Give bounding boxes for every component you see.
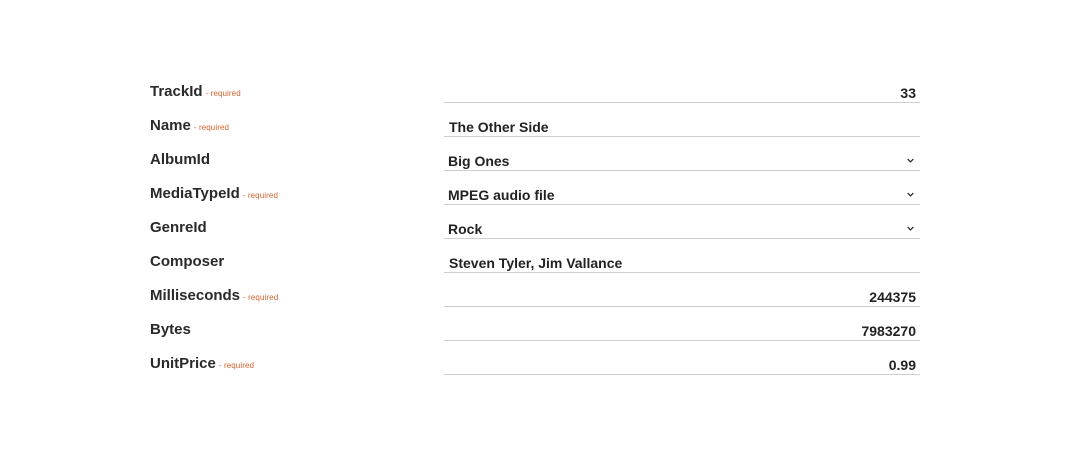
name-label: Name - required bbox=[150, 117, 230, 134]
composer-input[interactable] bbox=[444, 254, 920, 272]
trackid-label: TrackId - required bbox=[150, 83, 241, 100]
mediatypeid-selected-value: MPEG audio file bbox=[448, 187, 555, 203]
row-milliseconds: Milliseconds - required bbox=[150, 280, 920, 314]
row-composer: Composer bbox=[150, 246, 920, 280]
row-bytes: Bytes bbox=[150, 314, 920, 348]
chevron-down-icon bbox=[907, 226, 914, 231]
row-trackid: TrackId - required bbox=[150, 76, 920, 110]
unitprice-field-wrap bbox=[444, 348, 920, 375]
milliseconds-label: Milliseconds - required bbox=[150, 287, 279, 304]
required-marker: - required bbox=[193, 123, 230, 132]
albumid-select[interactable]: Big Ones bbox=[444, 144, 920, 171]
bytes-field-wrap bbox=[444, 314, 920, 341]
trackid-input[interactable] bbox=[444, 84, 920, 102]
name-input[interactable] bbox=[444, 118, 920, 136]
row-mediatypeid: MediaTypeId - required MPEG audio file bbox=[150, 178, 920, 212]
unitprice-label: UnitPrice - required bbox=[150, 355, 255, 372]
composer-label: Composer bbox=[150, 253, 225, 270]
mediatypeid-select[interactable]: MPEG audio file bbox=[444, 178, 920, 205]
bytes-label: Bytes bbox=[150, 321, 191, 338]
row-genreid: GenreId Rock bbox=[150, 212, 920, 246]
chevron-down-icon bbox=[907, 192, 914, 197]
row-name: Name - required bbox=[150, 110, 920, 144]
genreid-select[interactable]: Rock bbox=[444, 212, 920, 239]
chevron-down-icon bbox=[907, 158, 914, 163]
row-albumid: AlbumId Big Ones bbox=[150, 144, 920, 178]
mediatypeid-label: MediaTypeId - required bbox=[150, 185, 278, 202]
bytes-input[interactable] bbox=[444, 322, 920, 340]
genreid-label: GenreId bbox=[150, 219, 207, 236]
required-marker: - required bbox=[205, 89, 241, 98]
trackid-field-wrap bbox=[444, 76, 920, 103]
genreid-selected-value: Rock bbox=[448, 221, 483, 237]
track-edit-form: TrackId- required Name- required AlbumId… bbox=[150, 76, 920, 382]
required-marker: - required bbox=[243, 293, 279, 302]
milliseconds-input[interactable] bbox=[444, 288, 920, 306]
albumid-label: AlbumId bbox=[150, 151, 210, 168]
name-field-wrap bbox=[444, 110, 920, 137]
composer-field-wrap bbox=[444, 246, 920, 273]
albumid-selected-value: Big Ones bbox=[448, 153, 510, 169]
unitprice-input[interactable] bbox=[444, 356, 920, 374]
milliseconds-field-wrap bbox=[444, 280, 920, 307]
row-unitprice: UnitPrice - required bbox=[150, 348, 920, 382]
required-marker: - required bbox=[218, 361, 255, 370]
required-marker: - required bbox=[242, 191, 278, 200]
